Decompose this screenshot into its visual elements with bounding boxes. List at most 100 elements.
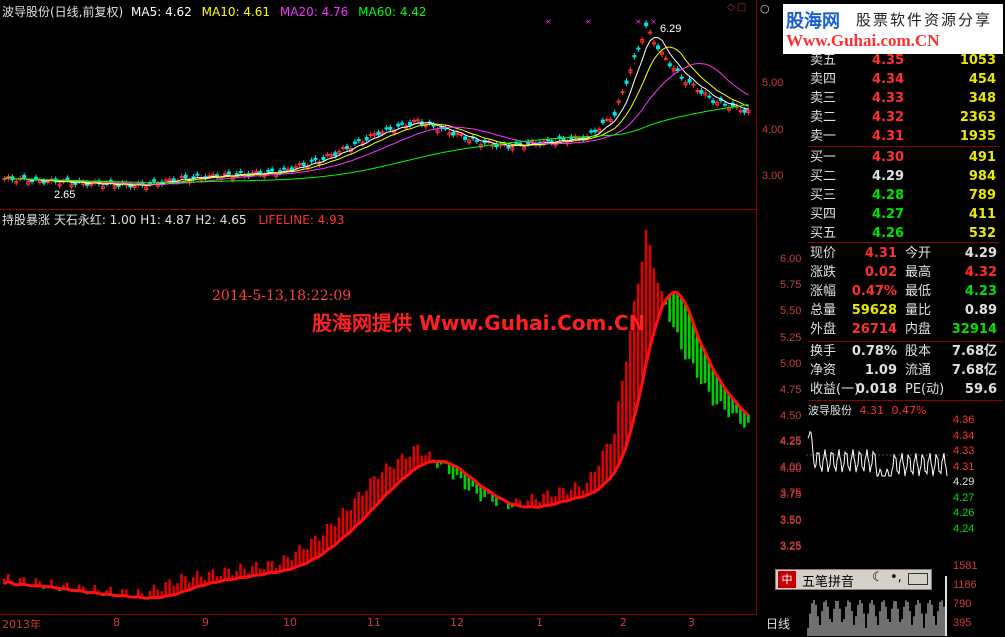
timestamp: 2014-5-13,18:22:09: [212, 288, 352, 304]
quote-label: 量比: [905, 303, 932, 318]
buy-row[interactable]: 买三 4.28 789: [808, 186, 1000, 205]
sell-row[interactable]: 卖一 4.31 1935: [808, 127, 1000, 146]
quote-value: 7.68亿: [951, 344, 997, 359]
sell-price: 4.31: [872, 129, 905, 144]
x-label: 1: [536, 616, 543, 629]
quote-value: 0.47%: [851, 284, 897, 299]
ma10-label: MA10: 4.61: [201, 5, 271, 19]
sell-row[interactable]: 卖二 4.32 2363: [808, 108, 1000, 127]
candle-body: [593, 129, 598, 133]
mini-vol-tick: 395: [953, 617, 972, 629]
indicator-frame: [0, 210, 757, 615]
candle-body: [384, 127, 389, 130]
quote-label: 现价: [810, 246, 837, 261]
candle-body: [301, 162, 306, 167]
candle-body: [238, 171, 243, 174]
candle-body: [644, 22, 649, 26]
quote-panel: 现价 4.31 今开 4.29 涨跌 0.02 最高 4.32 涨幅 0.47% 最低 4.23 …: [808, 244, 1003, 342]
mini-left-tick: 3.25: [780, 539, 802, 552]
quote-row: 净资 1.09 流通 7.68亿: [808, 361, 1003, 380]
mini-vol-tick: 1186: [953, 579, 977, 591]
punct-icon[interactable]: •,: [890, 570, 902, 585]
candle-body: [648, 31, 653, 34]
quote-value: 0.02: [864, 265, 897, 280]
quote-label: 外盘: [810, 322, 837, 337]
candle-body: [459, 134, 464, 137]
marker-x: ×: [635, 18, 642, 26]
mini-right-tick: 4.33: [953, 445, 975, 457]
indicator-ytick: 4.50: [780, 410, 802, 423]
mini-left-tick: 3.50: [780, 513, 802, 526]
indicator-ytick: 5.50: [780, 305, 802, 318]
intraday-price: [807, 431, 948, 477]
candle-body: [443, 127, 448, 130]
buy-row[interactable]: 买二 4.29 984: [808, 167, 1000, 186]
stock-title[interactable]: 波导股份(日线,前复权): [2, 5, 123, 19]
indicator-ytick: 6.00: [780, 253, 802, 265]
candle-body: [345, 145, 350, 150]
keyboard-icon[interactable]: [908, 573, 928, 585]
candle-body: [407, 121, 412, 126]
quote-value: 32914: [951, 322, 997, 337]
buy-row[interactable]: 买四 4.27 411: [808, 205, 1000, 224]
quote-label: 股本: [905, 344, 932, 359]
buy-row[interactable]: 买五 4.26 532: [808, 224, 1000, 243]
buy-label: 买一: [810, 150, 837, 165]
quote-label: 涨跌: [810, 265, 837, 280]
x-label: 3: [688, 616, 695, 629]
buy-price: 4.29: [872, 169, 905, 184]
marker-x: ×: [650, 18, 657, 26]
ma5-label: MA5: 4.62: [131, 5, 192, 19]
quote-value: 59.6: [964, 382, 997, 397]
mini-vol-tick: 1581: [953, 560, 978, 572]
buy-label: 买四: [810, 207, 837, 222]
buy-row[interactable]: 买一 4.30 491: [808, 148, 1000, 167]
sell-price: 4.34: [872, 72, 905, 87]
quote-label: 最低: [905, 284, 932, 299]
ma20-label: MA20: 4.76: [279, 5, 349, 19]
main-ytick: 4.00: [762, 124, 784, 136]
candle-body: [667, 63, 672, 67]
candle-body: [152, 179, 157, 182]
diamond-icon[interactable]: ◇: [727, 2, 735, 13]
candle-body: [545, 139, 550, 142]
x-label: 11: [367, 616, 381, 629]
indicator-ytick: 4.75: [780, 384, 802, 396]
mini-right-tick: 4.36: [953, 414, 975, 426]
moon-icon[interactable]: ☾: [872, 570, 884, 585]
quote-row: 涨幅 0.47% 最低 4.23: [808, 282, 1003, 301]
quote-label: 最高: [905, 265, 932, 280]
ime-toolbar[interactable]: 中 五笔拼音 ☾ •,: [775, 569, 932, 590]
logo-name: 股海网: [786, 11, 840, 32]
sell-row[interactable]: 卖五 4.35 1053: [808, 51, 1000, 70]
candle-body: [604, 118, 609, 121]
restore-icon[interactable]: □: [737, 2, 746, 13]
candle-body: [632, 55, 637, 58]
quote-value: 4.29: [964, 246, 997, 261]
ime-label[interactable]: 五笔拼音: [802, 571, 854, 590]
candle-body: [636, 47, 641, 50]
period-label[interactable]: 日线: [766, 615, 790, 632]
mini-left-tick: 3.75: [780, 487, 802, 500]
sell-volume: 2363: [959, 110, 996, 125]
quote-label: 涨幅: [810, 284, 837, 299]
sell-row[interactable]: 卖三 4.33 348: [808, 89, 1000, 108]
orderbook-buys: 买一 4.30 491 买二 4.29 984 买三 4.28 789 买四 4.27 411 …: [808, 147, 1000, 243]
ma-line: [4, 37, 749, 187]
candle-body: [474, 139, 479, 142]
mini-right-tick: 4.31: [953, 460, 975, 473]
buy-volume: 789: [968, 188, 996, 203]
logo-url: Www.Guhai.com.CN: [786, 31, 940, 50]
x-label: 10: [283, 616, 297, 629]
ime-logo-icon[interactable]: 中: [778, 571, 796, 588]
buy-volume: 411: [968, 207, 996, 222]
candle-body: [89, 183, 94, 186]
quote-label: 换手: [810, 344, 837, 359]
x-label: 12: [450, 616, 464, 629]
candle-body: [506, 145, 511, 149]
buy-volume: 984: [968, 169, 996, 184]
sell-row[interactable]: 卖四 4.34 454: [808, 70, 1000, 89]
logo-banner: 股海网 股票软件资源分享 Www.Guhai.com.CN: [783, 4, 1003, 54]
candle-body: [321, 156, 326, 161]
x-label: 8: [113, 616, 120, 629]
